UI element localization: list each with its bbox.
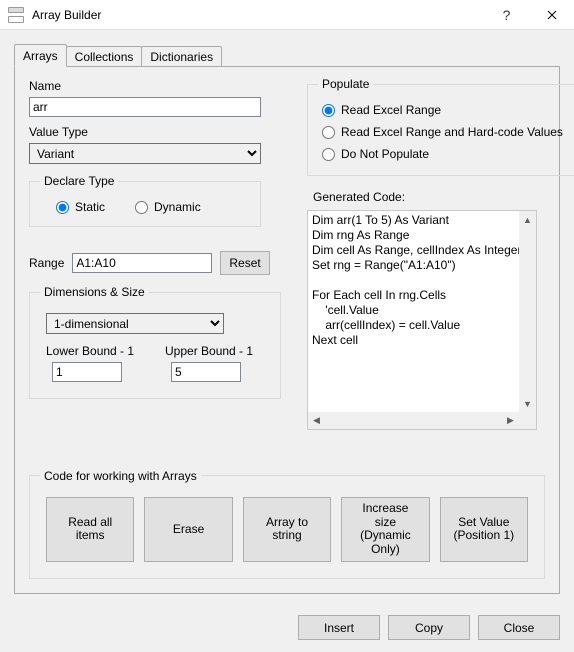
code-group-legend: Code for working with Arrays <box>40 469 201 483</box>
range-label: Range <box>29 256 64 270</box>
upper-bound-label: Upper Bound - 1 <box>165 344 264 358</box>
close-button[interactable]: Close <box>478 615 560 640</box>
populate-none-label: Do Not Populate <box>341 147 429 161</box>
populate-hard-radio-input[interactable] <box>322 126 335 139</box>
generated-code-label: Generated Code: <box>307 190 537 204</box>
increase-size-l2: (Dynamic Only) <box>360 528 411 556</box>
value-type-select[interactable]: Variant <box>29 143 261 164</box>
populate-hard-label: Read Excel Range and Hard-code Values <box>341 125 563 139</box>
close-icon <box>547 10 557 20</box>
copy-button[interactable]: Copy <box>388 615 470 640</box>
declare-static-label: Static <box>75 200 105 214</box>
help-button[interactable]: ? <box>484 0 529 30</box>
populate-read-radio-input[interactable] <box>322 104 335 117</box>
code-group-fieldset: Code for working with Arrays Read all it… <box>29 469 545 579</box>
app-icon <box>8 7 24 23</box>
insert-button[interactable]: Insert <box>298 615 380 640</box>
declare-dynamic-radio-input[interactable] <box>135 201 148 214</box>
declare-static-radio[interactable]: Static <box>56 200 105 214</box>
scroll-left-icon[interactable]: ◀ <box>308 412 325 429</box>
set-value-l1: Set Value <box>458 515 509 529</box>
title-bar: Array Builder ? <box>0 0 574 30</box>
tab-page-arrays: Name Value Type Variant Declare Type Sta… <box>14 66 560 594</box>
name-input[interactable] <box>29 97 261 117</box>
populate-hard-radio[interactable]: Read Excel Range and Hard-code Values <box>322 125 563 139</box>
dimensions-legend: Dimensions & Size <box>40 285 149 299</box>
code-group: Code for working with Arrays Read all it… <box>29 469 545 579</box>
erase-button[interactable]: Erase <box>144 497 232 562</box>
footer-buttons: Insert Copy Close <box>298 615 560 640</box>
populate-none-radio-input[interactable] <box>322 148 335 161</box>
upper-bound-input[interactable] <box>171 362 241 382</box>
lower-bound-label: Lower Bound - 1 <box>46 344 145 358</box>
populate-legend: Populate <box>318 77 373 91</box>
range-input[interactable] <box>72 253 212 273</box>
read-all-button[interactable]: Read all items <box>46 497 134 562</box>
name-label: Name <box>29 79 287 93</box>
array-to-string-button[interactable]: Array to string <box>243 497 331 562</box>
generated-code-text[interactable]: Dim arr(1 To 5) As Variant Dim rng As Ra… <box>308 211 536 429</box>
lower-bound-input[interactable] <box>52 362 122 382</box>
horizontal-scrollbar[interactable]: ◀ ▶ <box>308 412 519 429</box>
window-title: Array Builder <box>32 8 484 22</box>
declare-dynamic-radio[interactable]: Dynamic <box>135 200 201 214</box>
tab-collections[interactable]: Collections <box>66 46 143 67</box>
declare-type-legend: Declare Type <box>40 174 118 188</box>
generated-code-box: Dim arr(1 To 5) As Variant Dim rng As Ra… <box>307 210 537 430</box>
reset-button[interactable]: Reset <box>220 251 269 275</box>
populate-read-radio[interactable]: Read Excel Range <box>322 103 563 117</box>
client-area: Arrays Collections Dictionaries Name Val… <box>0 30 574 652</box>
increase-size-button[interactable]: Increase size (Dynamic Only) <box>341 497 429 562</box>
value-type-label: Value Type <box>29 125 287 139</box>
populate-read-label: Read Excel Range <box>341 103 441 117</box>
increase-size-l1: Increase size <box>362 501 408 529</box>
dimensions-mode-select[interactable]: 1-dimensional <box>46 313 224 334</box>
scroll-right-icon[interactable]: ▶ <box>502 412 519 429</box>
dimensions-group: Dimensions & Size 1-dimensional Lower Bo… <box>29 285 281 399</box>
tab-arrays[interactable]: Arrays <box>14 44 67 67</box>
set-value-l2: (Position 1) <box>453 528 514 542</box>
tab-dictionaries[interactable]: Dictionaries <box>141 46 222 67</box>
declare-dynamic-label: Dynamic <box>154 200 201 214</box>
window-close-button[interactable] <box>529 0 574 30</box>
vertical-scrollbar[interactable]: ▲ ▼ <box>519 211 536 412</box>
right-column: Populate Read Excel Range Read Excel Ran… <box>307 77 537 430</box>
populate-group: Populate Read Excel Range Read Excel Ran… <box>307 77 574 176</box>
scroll-corner <box>519 412 536 429</box>
populate-none-radio[interactable]: Do Not Populate <box>322 147 563 161</box>
left-column: Name Value Type Variant Declare Type Sta… <box>29 77 287 399</box>
declare-type-group: Declare Type Static Dynamic <box>29 174 261 227</box>
set-value-button[interactable]: Set Value (Position 1) <box>440 497 528 562</box>
scroll-up-icon[interactable]: ▲ <box>519 211 536 228</box>
declare-static-radio-input[interactable] <box>56 201 69 214</box>
tab-strip: Arrays Collections Dictionaries <box>14 44 560 66</box>
scroll-down-icon[interactable]: ▼ <box>519 395 536 412</box>
